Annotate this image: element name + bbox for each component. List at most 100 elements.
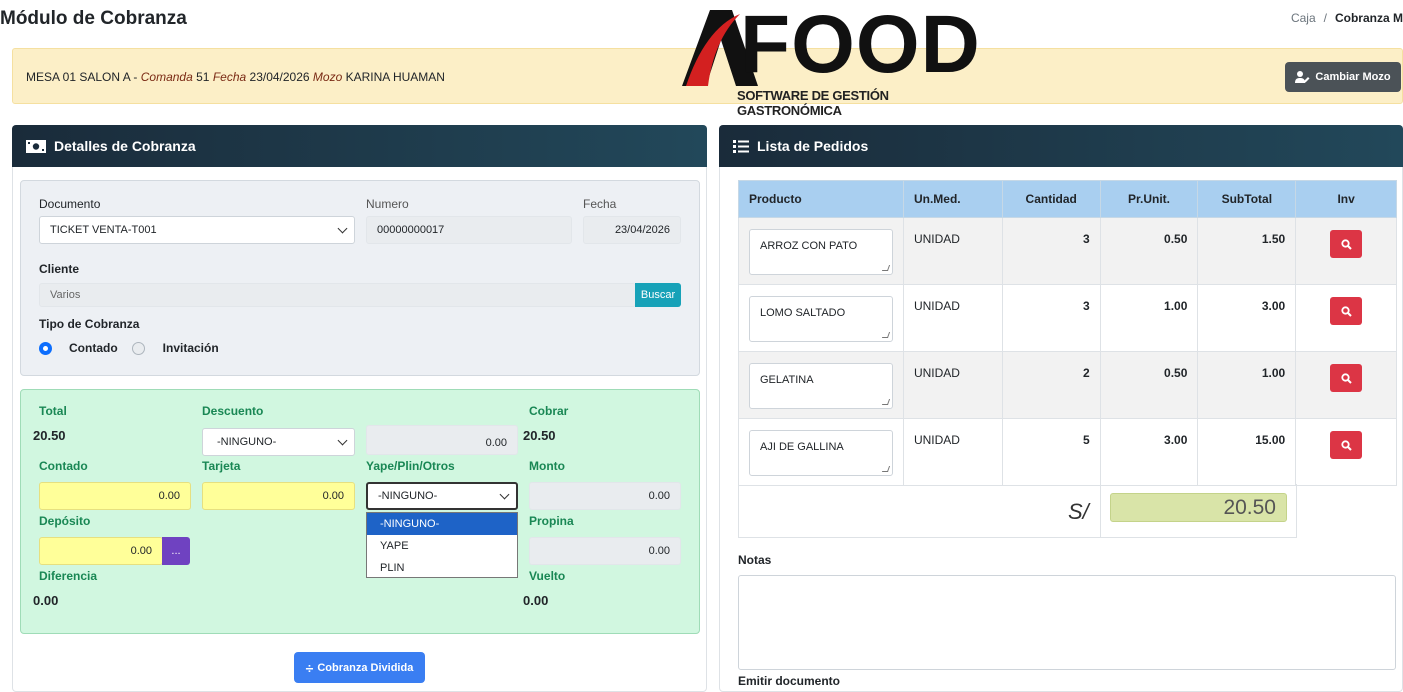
search-icon[interactable] <box>1330 297 1363 325</box>
producto-field[interactable]: AJI DE GALLINA <box>749 430 893 476</box>
unidad-cell: UNIDAD <box>902 351 1003 419</box>
propina-field[interactable]: 0.00 <box>529 537 681 565</box>
page-title: Módulo de Cobranza <box>0 8 187 29</box>
cantidad-cell: 2 <box>1001 351 1101 419</box>
emitir-documento-label: Emitir documento <box>738 674 841 688</box>
vuelto-value: 0.00 <box>523 593 549 608</box>
pedidos-total: 20.50 <box>1110 493 1287 522</box>
breadcrumb-caja[interactable]: Caja <box>1291 11 1316 25</box>
col-producto: Producto <box>738 180 904 218</box>
afood-logo: FOOD SOFTWARE DE GESTIÓN GASTRONÓMICA <box>680 0 981 118</box>
descuento-label: Descuento <box>202 404 264 418</box>
user-edit-icon <box>1295 71 1310 83</box>
contado-radio-label: Contado <box>69 341 118 355</box>
subtotal-cell: 1.50 <box>1197 217 1297 285</box>
producto-field[interactable]: GELATINA <box>749 363 893 409</box>
deposito-options-button[interactable]: ... <box>162 537 190 565</box>
deposito-label: Depósito <box>39 514 91 528</box>
diferencia-label: Diferencia <box>39 569 98 583</box>
col-unmed: Un.Med. <box>902 180 1003 218</box>
table-row: AJI DE GALLINA UNIDAD 5 3.00 15.00 <box>738 418 1397 486</box>
col-inv: Inv <box>1295 180 1397 218</box>
breadcrumb-current: Cobranza M <box>1334 11 1403 25</box>
tipo-cobranza-group: Contado Invitación <box>39 341 219 355</box>
fecha-label: Fecha <box>583 197 617 211</box>
table-header-row: Producto Un.Med. Cantidad Pr.Unit. SubTo… <box>738 180 1397 218</box>
descuento-select[interactable]: -NINGUNO- <box>202 428 355 456</box>
search-icon[interactable] <box>1330 431 1363 459</box>
deposito-input[interactable]: 0.00 <box>39 537 163 565</box>
tipo-cobranza-label: Tipo de Cobranza <box>39 317 140 331</box>
cobrar-label: Cobrar <box>529 404 569 418</box>
producto-field[interactable]: ARROZ CON PATO <box>749 229 893 275</box>
cambiar-mozo-button[interactable]: Cambiar Mozo <box>1285 62 1401 92</box>
contado-label: Contado <box>39 459 88 473</box>
cliente-label: Cliente <box>39 262 80 276</box>
unidad-cell: UNIDAD <box>902 284 1003 352</box>
cantidad-cell: 3 <box>1001 284 1101 352</box>
precio-cell: 0.50 <box>1099 351 1199 419</box>
currency-symbol: S/ <box>1068 499 1089 524</box>
cliente-field[interactable]: Varios <box>39 283 636 307</box>
table-row: GELATINA UNIDAD 2 0.50 1.00 <box>738 351 1397 419</box>
col-cantidad: Cantidad <box>1001 180 1101 218</box>
money-icon <box>26 139 46 153</box>
documento-label: Documento <box>39 197 101 211</box>
yape-option-yape[interactable]: YAPE <box>367 535 517 557</box>
subtotal-cell: 15.00 <box>1197 418 1297 486</box>
precio-cell: 1.00 <box>1099 284 1199 352</box>
pedidos-table: Producto Un.Med. Cantidad Pr.Unit. SubTo… <box>738 180 1397 486</box>
search-icon[interactable] <box>1330 364 1363 392</box>
table-row: ARROZ CON PATO UNIDAD 3 0.50 1.50 <box>738 217 1397 285</box>
invitacion-radio[interactable] <box>131 341 145 355</box>
yape-label: Yape/Plin/Otros <box>366 459 455 473</box>
contado-input[interactable]: 0.00 <box>39 482 191 510</box>
tarjeta-label: Tarjeta <box>202 459 241 473</box>
yape-select[interactable]: -NINGUNO- <box>366 482 518 510</box>
pedidos-card-header: Lista de Pedidos <box>719 125 1403 167</box>
monto-field: 0.00 <box>529 482 681 510</box>
table-row: LOMO SALTADO UNIDAD 3 1.00 3.00 <box>738 284 1397 352</box>
cobrar-value: 20.50 <box>523 428 556 443</box>
total-value: 20.50 <box>33 428 66 443</box>
total-label: Total <box>39 404 67 418</box>
precio-cell: 3.00 <box>1099 418 1199 486</box>
subtotal-cell: 1.00 <box>1197 351 1297 419</box>
yape-dropdown-list: -NINGUNO- YAPE PLIN <box>366 512 518 578</box>
notas-label: Notas <box>738 553 772 567</box>
tarjeta-input[interactable]: 0.00 <box>202 482 355 510</box>
col-subtotal: SubTotal <box>1197 180 1297 218</box>
numero-label: Numero <box>366 197 409 211</box>
cobranza-dividida-button[interactable]: ÷ Cobranza Dividida <box>294 652 425 683</box>
logo-subtitle: SOFTWARE DE GESTIÓN GASTRONÓMICA <box>737 88 889 118</box>
producto-field[interactable]: LOMO SALTADO <box>749 296 893 342</box>
yape-option-plin[interactable]: PLIN <box>367 557 517 579</box>
descuento-monto-field: 0.00 <box>366 425 518 455</box>
logo-brand: FOOD <box>740 0 981 90</box>
contado-radio[interactable] <box>39 341 52 355</box>
documento-select[interactable]: TICKET VENTA-T001 <box>39 216 355 244</box>
diferencia-value: 0.00 <box>33 593 59 608</box>
pago-panel <box>20 389 700 634</box>
unidad-cell: UNIDAD <box>902 418 1003 486</box>
col-prunit: Pr.Unit. <box>1099 180 1199 218</box>
breadcrumb: Caja / Cobranza M <box>1290 11 1403 25</box>
subtotal-cell: 3.00 <box>1197 284 1297 352</box>
notas-textarea[interactable] <box>738 575 1396 670</box>
cantidad-cell: 3 <box>1001 217 1101 285</box>
mesa-info-text: MESA 01 SALON A - Comanda 51 Fecha 23/04… <box>26 70 445 84</box>
divide-icon: ÷ <box>305 659 314 676</box>
list-icon <box>733 139 749 153</box>
monto-label: Monto <box>529 459 565 473</box>
propina-label: Propina <box>529 514 574 528</box>
detalles-card-header: Detalles de Cobranza <box>12 125 707 167</box>
search-icon[interactable] <box>1330 230 1363 258</box>
cantidad-cell: 5 <box>1001 418 1101 486</box>
buscar-cliente-button[interactable]: Buscar <box>635 283 681 307</box>
unidad-cell: UNIDAD <box>902 217 1003 285</box>
yape-option-ninguno[interactable]: -NINGUNO- <box>367 513 517 535</box>
invitacion-radio-label: Invitación <box>162 341 219 355</box>
vuelto-label: Vuelto <box>529 569 566 583</box>
fecha-field: 23/04/2026 <box>583 216 681 244</box>
numero-field: 00000000017 <box>366 216 572 244</box>
